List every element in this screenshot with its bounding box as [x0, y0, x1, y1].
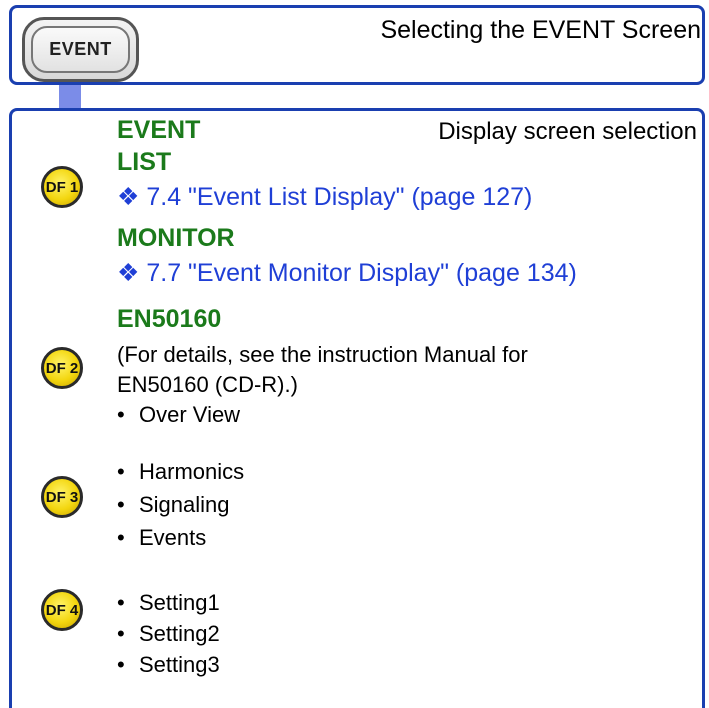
section-heading: EVENT	[117, 116, 201, 144]
df2-key[interactable]: DF 2	[41, 347, 83, 389]
event-key-label: EVENT	[31, 26, 130, 73]
list-item: • Signaling	[117, 492, 230, 517]
list-item: • Harmonics	[117, 459, 245, 484]
bullet-icon: •	[117, 590, 125, 615]
list-item: • Setting2	[117, 621, 220, 646]
event-key[interactable]: EVENT	[22, 17, 139, 82]
bullet-icon: •	[117, 652, 125, 677]
list-item: • Setting3	[117, 652, 220, 677]
connector-bar	[59, 85, 81, 110]
event-list-link[interactable]: ❖ 7.4 "Event List Display" (page 127)	[117, 182, 532, 212]
en50160-note-line2: EN50160 (CD-R).)	[117, 372, 298, 397]
list-item: • Events	[117, 525, 207, 550]
bullet-icon: •	[117, 525, 125, 550]
df4-key[interactable]: DF 4	[41, 589, 83, 631]
monitor-title: MONITOR	[117, 224, 235, 252]
list-title: LIST	[117, 148, 172, 176]
list-item: • Over View	[117, 402, 241, 427]
df3-key[interactable]: DF 3	[41, 476, 83, 518]
en50160-note-line1: (For details, see the instruction Manual…	[117, 342, 528, 367]
bullet-icon: •	[117, 621, 125, 646]
df1-key[interactable]: DF 1	[41, 166, 83, 208]
event-monitor-link[interactable]: ❖ 7.7 "Event Monitor Display" (page 134)	[117, 258, 577, 288]
list-item: • Setting1	[117, 590, 220, 615]
bullet-icon: •	[117, 402, 125, 427]
page-title: Selecting the EVENT Screen	[380, 16, 701, 44]
bullet-icon: •	[117, 492, 125, 517]
section-subtitle: Display screen selection	[438, 118, 697, 145]
en50160-title: EN50160	[117, 305, 222, 333]
bullet-icon: •	[117, 459, 125, 484]
